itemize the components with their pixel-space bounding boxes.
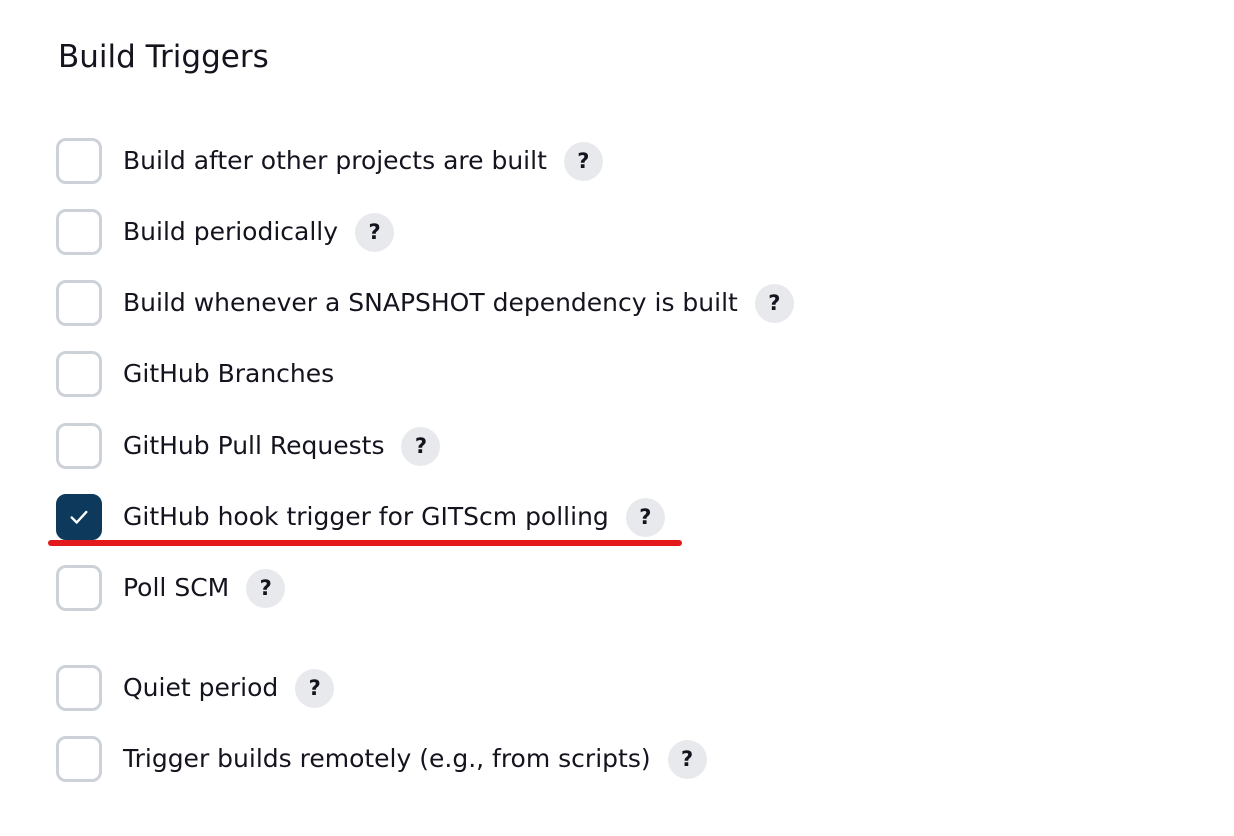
option-label[interactable]: GitHub Pull Requests: [123, 430, 384, 462]
option-label[interactable]: Build whenever a SNAPSHOT dependency is …: [123, 287, 738, 319]
option-label[interactable]: Quiet period: [123, 672, 278, 704]
checkbox-quiet-period[interactable]: [56, 665, 102, 711]
option-build-after-other-projects: Build after other projects are built ?: [56, 138, 603, 184]
option-build-periodically: Build periodically ?: [56, 209, 395, 255]
option-label[interactable]: Trigger builds remotely (e.g., from scri…: [123, 743, 651, 775]
help-icon[interactable]: ?: [667, 739, 707, 779]
checkbox-build-after-other-projects[interactable]: [56, 138, 102, 184]
help-icon[interactable]: ?: [625, 497, 665, 537]
option-build-snapshot-dependency: Build whenever a SNAPSHOT dependency is …: [56, 280, 794, 326]
option-github-pull-requests: GitHub Pull Requests ?: [56, 423, 441, 469]
option-label[interactable]: GitHub hook trigger for GITScm polling: [123, 501, 609, 533]
option-label[interactable]: Poll SCM: [123, 572, 229, 604]
option-trigger-builds-remotely: Trigger builds remotely (e.g., from scri…: [56, 736, 707, 782]
help-icon[interactable]: ?: [246, 568, 286, 608]
option-label[interactable]: Build periodically: [123, 216, 338, 248]
help-icon[interactable]: ?: [401, 426, 441, 466]
checkbox-github-pull-requests[interactable]: [56, 423, 102, 469]
checkbox-trigger-builds-remotely[interactable]: [56, 736, 102, 782]
option-label[interactable]: GitHub Branches: [123, 358, 334, 390]
help-icon[interactable]: ?: [295, 668, 335, 708]
checkbox-github-branches[interactable]: [56, 351, 102, 397]
section-title: Build Triggers: [58, 39, 269, 75]
option-label[interactable]: Build after other projects are built: [123, 145, 547, 177]
option-quiet-period: Quiet period ?: [56, 665, 335, 711]
help-icon[interactable]: ?: [355, 212, 395, 252]
checkbox-poll-scm[interactable]: [56, 565, 102, 611]
help-icon[interactable]: ?: [754, 283, 794, 323]
checkmark-icon: [70, 510, 88, 524]
option-github-branches: GitHub Branches: [56, 351, 334, 397]
option-github-hook-trigger: GitHub hook trigger for GITScm polling ?: [56, 494, 665, 540]
option-poll-scm: Poll SCM ?: [56, 565, 286, 611]
checkbox-build-periodically[interactable]: [56, 209, 102, 255]
checkbox-build-snapshot-dependency[interactable]: [56, 280, 102, 326]
annotation-underline: [48, 540, 682, 546]
help-icon[interactable]: ?: [563, 141, 603, 181]
checkbox-github-hook-trigger[interactable]: [56, 494, 102, 540]
